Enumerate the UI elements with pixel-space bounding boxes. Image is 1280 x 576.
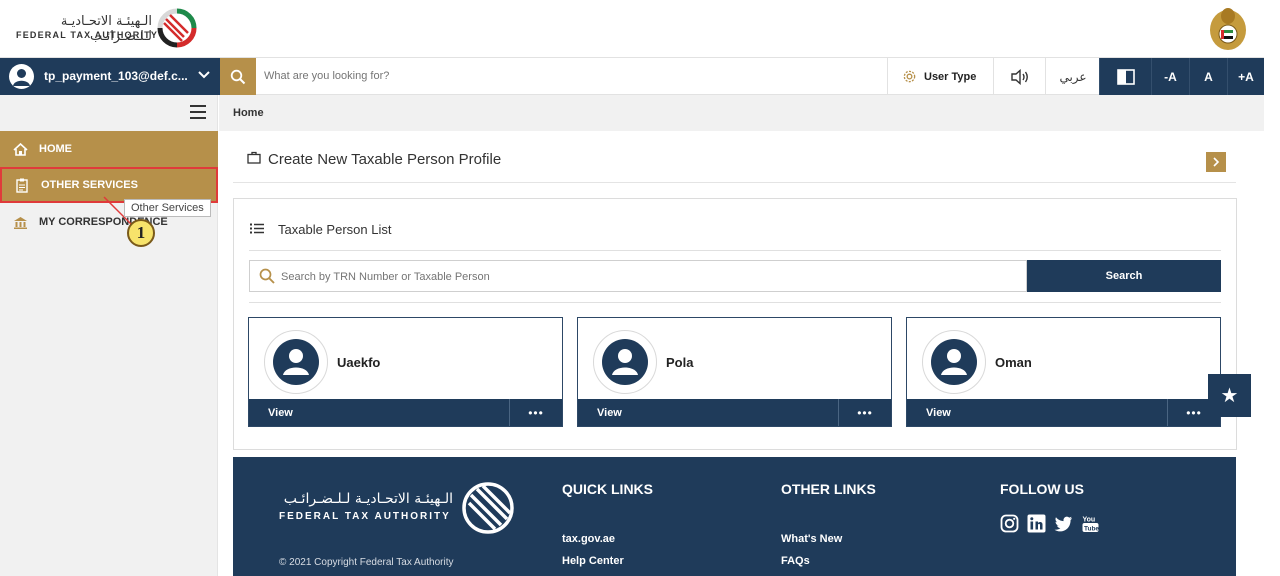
more-options-button[interactable]: ••• <box>838 399 891 426</box>
avatar <box>922 330 986 394</box>
global-search-button[interactable] <box>220 58 256 95</box>
uae-emblem-icon <box>1210 8 1246 50</box>
chevron-down-icon <box>198 68 210 82</box>
home-icon <box>12 142 28 156</box>
view-button[interactable]: View <box>597 407 622 419</box>
page-scrollbar[interactable] <box>1264 57 1280 576</box>
menu-hamburger-icon[interactable] <box>190 105 206 119</box>
contrast-toggle-button[interactable] <box>1099 58 1151 95</box>
text-to-speech-button[interactable] <box>993 58 1045 95</box>
user-account-dropdown[interactable]: tp_payment_103@def.c... <box>0 58 220 95</box>
search-icon <box>259 268 275 284</box>
taxable-person-name: Pola <box>666 355 694 370</box>
taxable-person-list-title: Taxable Person List <box>278 222 392 237</box>
fta-logo-icon[interactable] <box>154 5 200 51</box>
taxable-person-list-panel: Taxable Person List Search Uaekfo View •… <box>233 198 1237 450</box>
clipboard-icon <box>14 178 30 193</box>
divider <box>249 302 1221 303</box>
social-links: You Tube <box>1000 514 1100 533</box>
create-profile-title: Create New Taxable Person Profile <box>268 151 502 168</box>
taxable-person-name: Oman <box>995 355 1032 370</box>
speaker-icon <box>1010 68 1028 85</box>
search-icon <box>230 69 246 84</box>
user-email: tp_payment_103@def.c... <box>44 69 188 83</box>
sidebar-item-home[interactable]: HOME <box>0 131 218 167</box>
step-marker: 1 <box>127 219 155 247</box>
sidebar-item-label: OTHER SERVICES <box>41 179 138 191</box>
youtube-icon[interactable]: You Tube <box>1081 514 1100 533</box>
font-normal-button[interactable]: A <box>1189 58 1227 95</box>
breadcrumb: Home <box>219 95 1264 131</box>
more-options-button[interactable]: ••• <box>509 399 562 426</box>
trn-search-field[interactable] <box>249 260 1027 292</box>
language-toggle[interactable]: عربي <box>1045 58 1100 95</box>
other-links-heading: OTHER LINKS <box>781 481 876 497</box>
instagram-icon[interactable] <box>1000 514 1019 533</box>
site-footer: الـهيئـة الاتحـاديـة لـلـضـرائـب FEDERAL… <box>233 457 1236 576</box>
follow-us-heading: FOLLOW US <box>1000 481 1084 497</box>
footer-link-whats-new[interactable]: What's New <box>781 533 842 545</box>
star-icon: ★ <box>1220 385 1239 407</box>
briefcase-icon <box>247 151 261 168</box>
font-increase-button[interactable]: +A <box>1227 58 1264 95</box>
card-footer: View ••• <box>907 399 1220 426</box>
avatar <box>593 330 657 394</box>
footer-copyright: © 2021 Copyright Federal Tax Authority <box>279 557 454 568</box>
search-button[interactable]: Search <box>1027 260 1221 292</box>
card-footer: View ••• <box>578 399 891 426</box>
svg-text:Tube: Tube <box>1084 526 1099 533</box>
view-button[interactable]: View <box>268 407 293 419</box>
svg-text:You: You <box>1083 517 1096 524</box>
taxable-person-card[interactable]: Uaekfo View ••• <box>248 317 563 427</box>
footer-link-help-center[interactable]: Help Center <box>562 555 624 567</box>
user-type-label: User Type <box>924 70 977 83</box>
taxable-person-name: Uaekfo <box>337 355 381 370</box>
user-avatar-icon <box>931 339 977 385</box>
footer-link-tax-gov[interactable]: tax.gov.ae <box>562 533 615 545</box>
font-decrease-button[interactable]: -A <box>1151 58 1189 95</box>
quick-links-heading: QUICK LINKS <box>562 481 653 497</box>
top-toolbar: tp_payment_103@def.c... User Type عربي -… <box>0 57 1264 95</box>
view-button[interactable]: View <box>926 407 951 419</box>
divider <box>233 182 1236 183</box>
gear-icon <box>903 70 916 83</box>
list-icon <box>250 222 264 237</box>
breadcrumb-home-link[interactable]: Home <box>233 107 264 119</box>
user-avatar-icon <box>602 339 648 385</box>
sidebar: HOME OTHER SERVICES MY CORRESPONDENCE Ot… <box>0 95 218 576</box>
contrast-icon <box>1116 68 1135 85</box>
user-avatar-icon <box>9 64 34 89</box>
bank-icon <box>12 215 28 229</box>
twitter-icon[interactable] <box>1054 514 1073 533</box>
footer-logo-arabic: الـهيئـة الاتحـاديـة لـلـضـرائـب <box>283 491 453 507</box>
logo-english-text: FEDERAL TAX AUTHORITY <box>16 30 159 40</box>
taxable-person-card[interactable]: Oman View ••• <box>906 317 1221 427</box>
site-header: الـهيئـة الاتحـاديـة لـلـضـرائـب FEDERAL… <box>0 0 1280 57</box>
linkedin-icon[interactable] <box>1027 514 1046 533</box>
create-profile-expand-button[interactable] <box>1206 152 1226 172</box>
create-profile-header[interactable]: Create New Taxable Person Profile <box>247 151 501 168</box>
global-search-input[interactable] <box>264 66 864 86</box>
favorite-star-button[interactable]: ★ <box>1208 374 1251 417</box>
user-avatar-icon <box>273 339 319 385</box>
user-type-button[interactable]: User Type <box>887 58 993 95</box>
fta-logo-icon <box>462 482 514 534</box>
footer-link-faqs[interactable]: FAQs <box>781 555 810 567</box>
divider <box>249 250 1221 251</box>
trn-search-input[interactable] <box>281 268 981 286</box>
taxable-person-list-header: Taxable Person List <box>250 222 391 237</box>
tooltip-other-services: Other Services <box>124 199 211 217</box>
footer-logo-english: FEDERAL TAX AUTHORITY <box>279 511 451 522</box>
avatar <box>264 330 328 394</box>
card-footer: View ••• <box>249 399 562 426</box>
chevron-right-icon <box>1213 157 1220 167</box>
taxable-person-card[interactable]: Pola View ••• <box>577 317 892 427</box>
sidebar-item-label: HOME <box>39 143 72 155</box>
